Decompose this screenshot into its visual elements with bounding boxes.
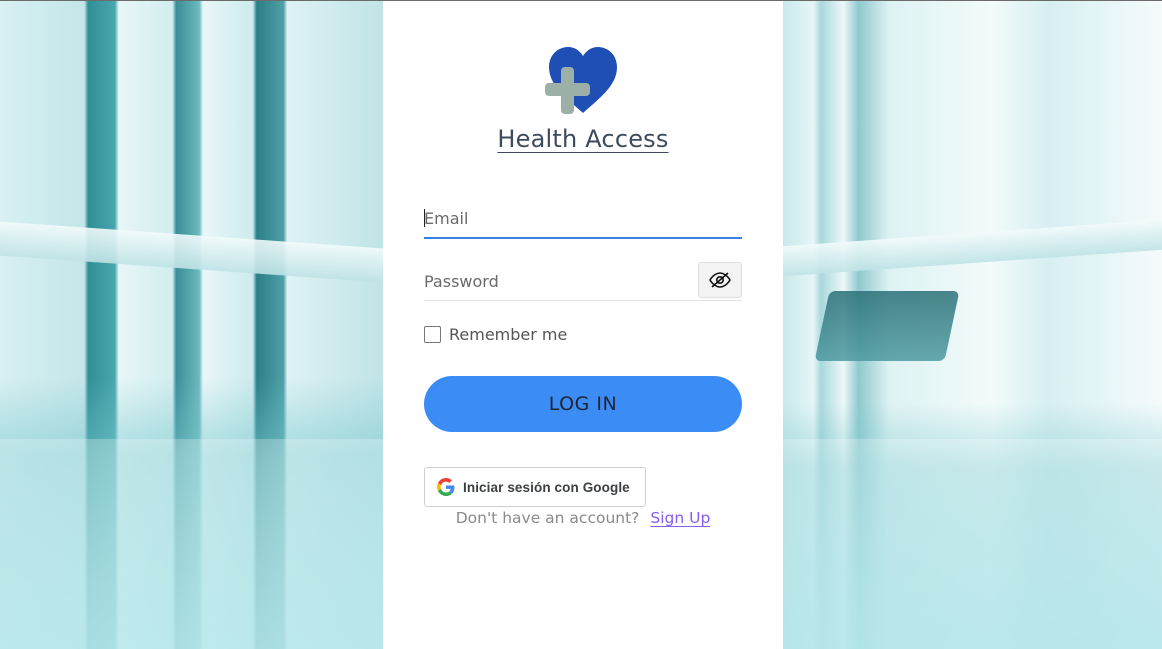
- remember-me-checkbox[interactable]: [424, 326, 441, 343]
- login-panel: Health Access Remember me LOG IN: [383, 1, 783, 649]
- floor-reflection: [0, 439, 383, 649]
- health-access-logo-icon: [545, 47, 617, 114]
- login-button[interactable]: LOG IN: [424, 376, 742, 432]
- toggle-password-visibility-button[interactable]: [698, 262, 742, 298]
- email-input[interactable]: [424, 199, 742, 237]
- hospital-corridor-background-left: [0, 1, 383, 649]
- google-signin-label: Iniciar sesión con Google: [463, 479, 630, 495]
- wall-handrail: [0, 221, 383, 283]
- signup-prompt-text: Don't have an account?: [455, 509, 640, 527]
- waiting-bench: [814, 291, 960, 361]
- eye-slash-icon: [709, 272, 731, 288]
- password-field-wrapper: [424, 262, 742, 301]
- brand-title[interactable]: Health Access: [383, 125, 783, 153]
- floor-reflection: [783, 439, 1162, 649]
- remember-me-row[interactable]: Remember me: [424, 325, 567, 344]
- google-signin-button[interactable]: Iniciar sesión con Google: [424, 467, 646, 507]
- signup-prompt-row: Don't have an account? Sign Up: [383, 509, 783, 527]
- login-page: Health Access Remember me LOG IN: [0, 0, 1162, 649]
- text-caret: [424, 209, 425, 227]
- wall-handrail: [783, 219, 1162, 277]
- email-field-wrapper: [424, 199, 742, 239]
- password-input[interactable]: [424, 262, 694, 300]
- signup-link[interactable]: Sign Up: [650, 509, 710, 527]
- remember-me-label: Remember me: [449, 325, 568, 344]
- google-g-icon: [437, 478, 455, 496]
- hospital-corridor-background-right: [783, 1, 1162, 649]
